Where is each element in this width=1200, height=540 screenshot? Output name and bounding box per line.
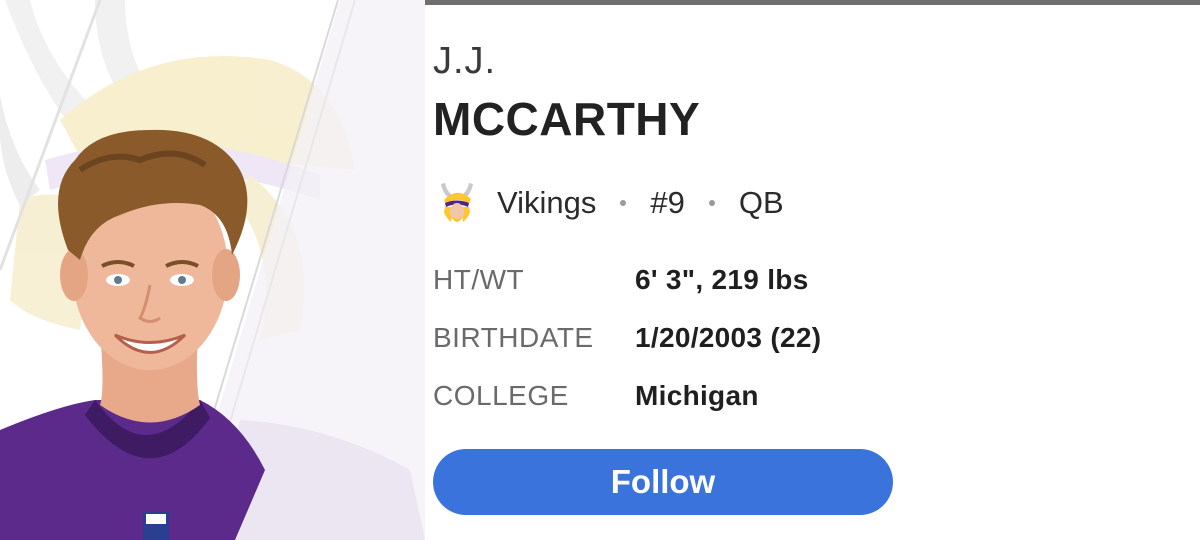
jersey-number: #9: [650, 185, 685, 220]
team-name[interactable]: Vikings: [497, 185, 596, 221]
stat-value: Michigan: [635, 380, 759, 411]
separator-dot: [620, 200, 627, 206]
separator-dot: [708, 200, 715, 206]
stat-label: BIRTHDATE: [433, 322, 594, 353]
stat-row-college: COLLEGE Michigan: [433, 376, 759, 416]
stat-value: 6' 3", 219 lbs: [635, 264, 809, 295]
stat-value: 1/20/2003 (22): [635, 322, 822, 353]
follow-button[interactable]: Follow: [433, 449, 893, 515]
stat-label: COLLEGE: [433, 380, 569, 411]
stat-label: HT/WT: [433, 264, 525, 295]
vikings-logo-icon[interactable]: [433, 178, 481, 228]
team-line: Vikings #9 QB: [433, 178, 784, 228]
stat-row-height-weight: HT/WT 6' 3", 219 lbs: [433, 260, 809, 300]
player-info: J.J. MCCARTHY Vikings #9 QB HT/WT 6' 3",…: [433, 0, 1173, 540]
player-headshot: [0, 0, 425, 540]
player-position: QB: [738, 185, 784, 220]
stat-row-birthdate: BIRTHDATE 1/20/2003 (22): [433, 318, 821, 358]
player-last-name: MCCARTHY: [433, 93, 701, 145]
player-first-name: J.J.: [433, 40, 497, 82]
player-photo-panel: [0, 0, 425, 540]
